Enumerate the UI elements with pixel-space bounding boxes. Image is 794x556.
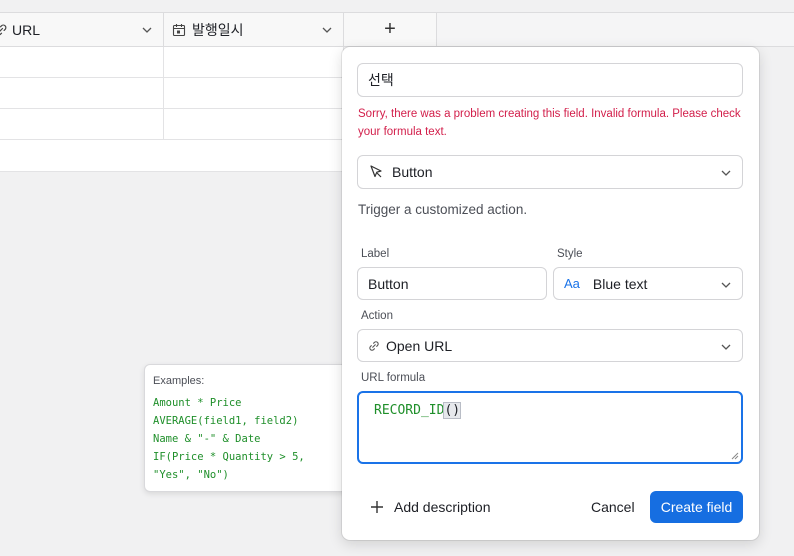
grid-header: URL 발행일시 + [0,13,437,47]
button-label-input[interactable]: Button [357,267,547,300]
label-caption: Label [361,248,390,260]
column-header-date[interactable]: 발행일시 [164,13,344,46]
action-select[interactable]: Open URL [357,329,743,362]
add-description-label: Add description [394,499,491,515]
create-field-button[interactable]: Create field [650,491,743,523]
style-caption: Style [557,248,583,260]
field-type-value: Button [392,164,433,180]
examples-title: Examples: [153,375,205,387]
table-cell[interactable] [0,47,164,77]
table-cell[interactable] [164,78,344,108]
style-select[interactable]: Aa Blue text [553,267,743,300]
url-formula-caption: URL formula [361,372,426,384]
example-line: Name & "-" & Date [153,433,261,445]
action-caption: Action [361,310,393,322]
table-cell[interactable] [0,78,164,108]
field-name-input[interactable]: 선택 [357,63,743,97]
link-icon [369,340,379,351]
plus-icon: + [384,18,396,40]
table-cell[interactable] [164,47,344,77]
column-header-label: 발행일시 [192,21,244,38]
link-icon [0,23,7,35]
action-value: Open URL [386,337,453,354]
header-empty-area [437,13,794,47]
formula-function: RECORD_ID [374,403,445,418]
chevron-down-icon[interactable] [321,24,333,36]
add-column-button[interactable]: + [344,13,437,46]
example-line: IF(Price * Quantity > 5, [153,451,305,463]
text-style-icon: Aa [564,276,580,291]
cancel-button[interactable]: Cancel [591,499,635,515]
formula-parens: () [443,402,462,419]
top-strip [0,0,794,13]
table-cell[interactable] [164,109,344,139]
button-label-value: Button [368,275,409,292]
grid-rows [0,47,344,172]
chevron-down-icon [721,344,731,350]
example-line: Amount * Price [153,397,242,409]
field-type-description: Trigger a customized action. [358,202,528,217]
formula-code: RECORD_ID() [374,402,462,419]
add-record-row[interactable] [0,140,344,172]
resize-handle-icon[interactable] [731,452,739,460]
table-row[interactable] [0,78,344,109]
example-line: "Yes", "No") [153,469,229,481]
field-name-value: 선택 [368,72,394,88]
example-line: AVERAGE(field1, field2) [153,415,299,427]
plus-icon [371,501,383,513]
table-cell[interactable] [0,109,164,139]
chevron-down-icon[interactable] [141,24,153,36]
calendar-icon [172,23,186,36]
chevron-down-icon [721,170,731,176]
column-header-url[interactable]: URL [0,13,164,46]
add-description-button[interactable]: Add description [370,499,491,515]
style-value: Blue text [592,275,648,292]
chevron-down-icon [721,282,731,288]
error-message: Sorry, there was a problem creating this… [358,108,741,138]
table-row[interactable] [0,109,344,140]
field-config-panel: 선택 Sorry, there was a problem creating t… [342,47,759,540]
table-row[interactable] [0,47,344,78]
formula-examples-tooltip: Examples: Amount * Price AVERAGE(field1,… [144,364,351,492]
field-type-select[interactable]: Button [357,155,743,189]
column-header-label: URL [12,21,41,38]
url-formula-editor[interactable]: RECORD_ID() [357,391,743,464]
cursor-icon [370,165,382,178]
